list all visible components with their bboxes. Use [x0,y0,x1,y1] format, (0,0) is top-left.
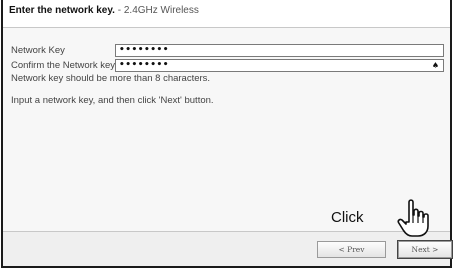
confirm-key-input[interactable]: •••••••• ♠ [115,59,444,72]
network-key-input[interactable]: •••••••• [115,44,444,57]
hand-pointer-icon [397,199,429,237]
network-key-label: Network Key [11,45,65,56]
prev-button[interactable]: < Prev [317,241,386,258]
wizard-window: Enter the network key. - 2.4GHz Wireless… [1,0,453,268]
click-annotation: Click [331,209,364,226]
reveal-key-icon[interactable]: ♠ [432,60,439,71]
instruction-text: Input a network key, and then click 'Nex… [11,95,214,106]
confirm-key-value: •••••••• [119,60,170,70]
key-length-hint: Network key should be more than 8 charac… [11,73,211,84]
confirm-key-label: Confirm the Network key [11,60,116,71]
wizard-header: Enter the network key. - 2.4GHz Wireless [3,0,450,28]
header-title: Enter the network key. [9,5,115,16]
next-button[interactable]: Next > [397,240,453,259]
header-subtitle: - 2.4GHz Wireless [114,5,199,16]
network-key-value: •••••••• [119,45,170,55]
wizard-body: Network Key •••••••• Confirm the Network… [3,28,450,232]
confirm-key-row: Confirm the Network key •••••••• ♠ [9,59,444,72]
network-key-row: Network Key •••••••• [9,44,444,57]
wizard-footer: < Prev Next > [3,231,453,266]
